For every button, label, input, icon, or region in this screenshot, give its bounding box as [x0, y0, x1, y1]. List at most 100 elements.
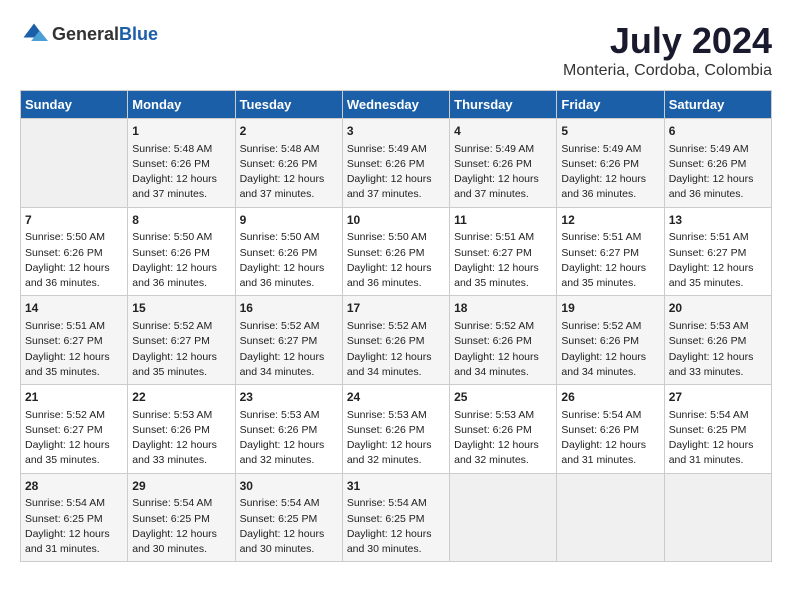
day-info: Sunrise: 5:53 AM Sunset: 6:26 PM Dayligh…: [347, 408, 445, 469]
header-friday: Friday: [557, 91, 664, 119]
day-number: 26: [561, 389, 659, 406]
header-wednesday: Wednesday: [342, 91, 449, 119]
day-info: Sunrise: 5:54 AM Sunset: 6:26 PM Dayligh…: [561, 408, 659, 469]
title-area: July 2024 Monteria, Cordoba, Colombia: [563, 20, 772, 80]
day-info: Sunrise: 5:54 AM Sunset: 6:25 PM Dayligh…: [25, 496, 123, 557]
table-cell: [450, 473, 557, 562]
table-cell: 10Sunrise: 5:50 AM Sunset: 6:26 PM Dayli…: [342, 207, 449, 296]
table-cell: 7Sunrise: 5:50 AM Sunset: 6:26 PM Daylig…: [21, 207, 128, 296]
logo-blue: Blue: [119, 24, 158, 44]
day-info: Sunrise: 5:49 AM Sunset: 6:26 PM Dayligh…: [669, 142, 767, 203]
day-info: Sunrise: 5:50 AM Sunset: 6:26 PM Dayligh…: [132, 230, 230, 291]
day-number: 10: [347, 212, 445, 229]
table-cell: 6 Sunrise: 5:49 AM Sunset: 6:26 PM Daylig…: [664, 119, 771, 208]
day-number: 9: [240, 212, 338, 229]
table-cell: 14Sunrise: 5:51 AM Sunset: 6:27 PM Dayli…: [21, 296, 128, 385]
day-number: 11: [454, 212, 552, 229]
day-number: 31: [347, 478, 445, 495]
day-info: Sunrise: 5:51 AM Sunset: 6:27 PM Dayligh…: [561, 230, 659, 291]
day-info: Sunrise: 5:50 AM Sunset: 6:26 PM Dayligh…: [240, 230, 338, 291]
table-cell: 17 Sunrise: 5:52 AM Sunset: 6:26 PM Dayli…: [342, 296, 449, 385]
day-number: 5: [561, 123, 659, 140]
table-row: 7Sunrise: 5:50 AM Sunset: 6:26 PM Daylig…: [21, 207, 772, 296]
table-cell: 11Sunrise: 5:51 AM Sunset: 6:27 PM Dayli…: [450, 207, 557, 296]
day-info: Sunrise: 5:53 AM Sunset: 6:26 PM Dayligh…: [669, 319, 767, 380]
table-cell: 29Sunrise: 5:54 AM Sunset: 6:25 PM Dayli…: [128, 473, 235, 562]
day-number: 15: [132, 300, 230, 317]
table-cell: 27Sunrise: 5:54 AM Sunset: 6:25 PM Dayli…: [664, 385, 771, 474]
table-cell: 8Sunrise: 5:50 AM Sunset: 6:26 PM Daylig…: [128, 207, 235, 296]
day-number: 14: [25, 300, 123, 317]
day-info: Sunrise: 5:53 AM Sunset: 6:26 PM Dayligh…: [240, 408, 338, 469]
day-info: Sunrise: 5:51 AM Sunset: 6:27 PM Dayligh…: [454, 230, 552, 291]
day-number: 25: [454, 389, 552, 406]
table-cell: 21 Sunrise: 5:52 AM Sunset: 6:27 PM Dayli…: [21, 385, 128, 474]
table-row: 14Sunrise: 5:51 AM Sunset: 6:27 PM Dayli…: [21, 296, 772, 385]
table-cell: 20 Sunrise: 5:53 AM Sunset: 6:26 PM Dayli…: [664, 296, 771, 385]
table-cell: 19Sunrise: 5:52 AM Sunset: 6:26 PM Dayli…: [557, 296, 664, 385]
day-number: 2: [240, 123, 338, 140]
day-info: Sunrise: 5:51 AM Sunset: 6:27 PM Dayligh…: [669, 230, 767, 291]
day-number: 28: [25, 478, 123, 495]
day-number: 12: [561, 212, 659, 229]
day-info: Sunrise: 5:54 AM Sunset: 6:25 PM Dayligh…: [240, 496, 338, 557]
table-cell: 31Sunrise: 5:54 AM Sunset: 6:25 PM Dayli…: [342, 473, 449, 562]
day-number: 7: [25, 212, 123, 229]
day-number: 4: [454, 123, 552, 140]
header-thursday: Thursday: [450, 91, 557, 119]
day-number: 17: [347, 300, 445, 317]
table-cell: 23 Sunrise: 5:53 AM Sunset: 6:26 PM Dayli…: [235, 385, 342, 474]
day-info: Sunrise: 5:52 AM Sunset: 6:27 PM Dayligh…: [240, 319, 338, 380]
day-number: 1: [132, 123, 230, 140]
day-info: Sunrise: 5:54 AM Sunset: 6:25 PM Dayligh…: [132, 496, 230, 557]
calendar-table: Sunday Monday Tuesday Wednesday Thursday…: [20, 90, 772, 562]
day-number: 24: [347, 389, 445, 406]
day-info: Sunrise: 5:48 AM Sunset: 6:26 PM Dayligh…: [132, 142, 230, 203]
day-number: 6: [669, 123, 767, 140]
page-subtitle: Monteria, Cordoba, Colombia: [563, 62, 772, 80]
day-number: 23: [240, 389, 338, 406]
day-info: Sunrise: 5:49 AM Sunset: 6:26 PM Dayligh…: [454, 142, 552, 203]
day-info: Sunrise: 5:52 AM Sunset: 6:26 PM Dayligh…: [454, 319, 552, 380]
table-cell: 26 Sunrise: 5:54 AM Sunset: 6:26 PM Dayli…: [557, 385, 664, 474]
header-saturday: Saturday: [664, 91, 771, 119]
day-number: 18: [454, 300, 552, 317]
header-tuesday: Tuesday: [235, 91, 342, 119]
day-info: Sunrise: 5:49 AM Sunset: 6:26 PM Dayligh…: [561, 142, 659, 203]
day-number: 19: [561, 300, 659, 317]
table-cell: 25 Sunrise: 5:53 AM Sunset: 6:26 PM Dayli…: [450, 385, 557, 474]
day-number: 27: [669, 389, 767, 406]
table-cell: 13Sunrise: 5:51 AM Sunset: 6:27 PM Dayli…: [664, 207, 771, 296]
table-cell: 18 Sunrise: 5:52 AM Sunset: 6:26 PM Dayli…: [450, 296, 557, 385]
weekday-header-row: Sunday Monday Tuesday Wednesday Thursday…: [21, 91, 772, 119]
day-info: Sunrise: 5:54 AM Sunset: 6:25 PM Dayligh…: [347, 496, 445, 557]
day-info: Sunrise: 5:50 AM Sunset: 6:26 PM Dayligh…: [347, 230, 445, 291]
day-number: 20: [669, 300, 767, 317]
day-info: Sunrise: 5:53 AM Sunset: 6:26 PM Dayligh…: [454, 408, 552, 469]
day-number: 3: [347, 123, 445, 140]
day-number: 30: [240, 478, 338, 495]
logo-general: General: [52, 24, 119, 44]
day-number: 21: [25, 389, 123, 406]
day-number: 13: [669, 212, 767, 229]
day-info: Sunrise: 5:52 AM Sunset: 6:27 PM Dayligh…: [25, 408, 123, 469]
header: GeneralBlue July 2024 Monteria, Cordoba,…: [20, 20, 772, 80]
day-info: Sunrise: 5:49 AM Sunset: 6:26 PM Dayligh…: [347, 142, 445, 203]
table-row: 21 Sunrise: 5:52 AM Sunset: 6:27 PM Dayli…: [21, 385, 772, 474]
day-info: Sunrise: 5:48 AM Sunset: 6:26 PM Dayligh…: [240, 142, 338, 203]
table-cell: 9Sunrise: 5:50 AM Sunset: 6:26 PM Daylig…: [235, 207, 342, 296]
table-cell: [21, 119, 128, 208]
day-info: Sunrise: 5:50 AM Sunset: 6:26 PM Dayligh…: [25, 230, 123, 291]
table-cell: 24 Sunrise: 5:53 AM Sunset: 6:26 PM Dayli…: [342, 385, 449, 474]
day-number: 22: [132, 389, 230, 406]
table-cell: 30Sunrise: 5:54 AM Sunset: 6:25 PM Dayli…: [235, 473, 342, 562]
day-number: 8: [132, 212, 230, 229]
table-cell: 22Sunrise: 5:53 AM Sunset: 6:26 PM Dayli…: [128, 385, 235, 474]
logo-icon: [20, 20, 48, 48]
header-monday: Monday: [128, 91, 235, 119]
day-info: Sunrise: 5:52 AM Sunset: 6:26 PM Dayligh…: [347, 319, 445, 380]
table-cell: 5 Sunrise: 5:49 AM Sunset: 6:26 PM Daylig…: [557, 119, 664, 208]
logo: GeneralBlue: [20, 20, 158, 48]
page-title: July 2024: [563, 20, 772, 62]
table-cell: 15Sunrise: 5:52 AM Sunset: 6:27 PM Dayli…: [128, 296, 235, 385]
